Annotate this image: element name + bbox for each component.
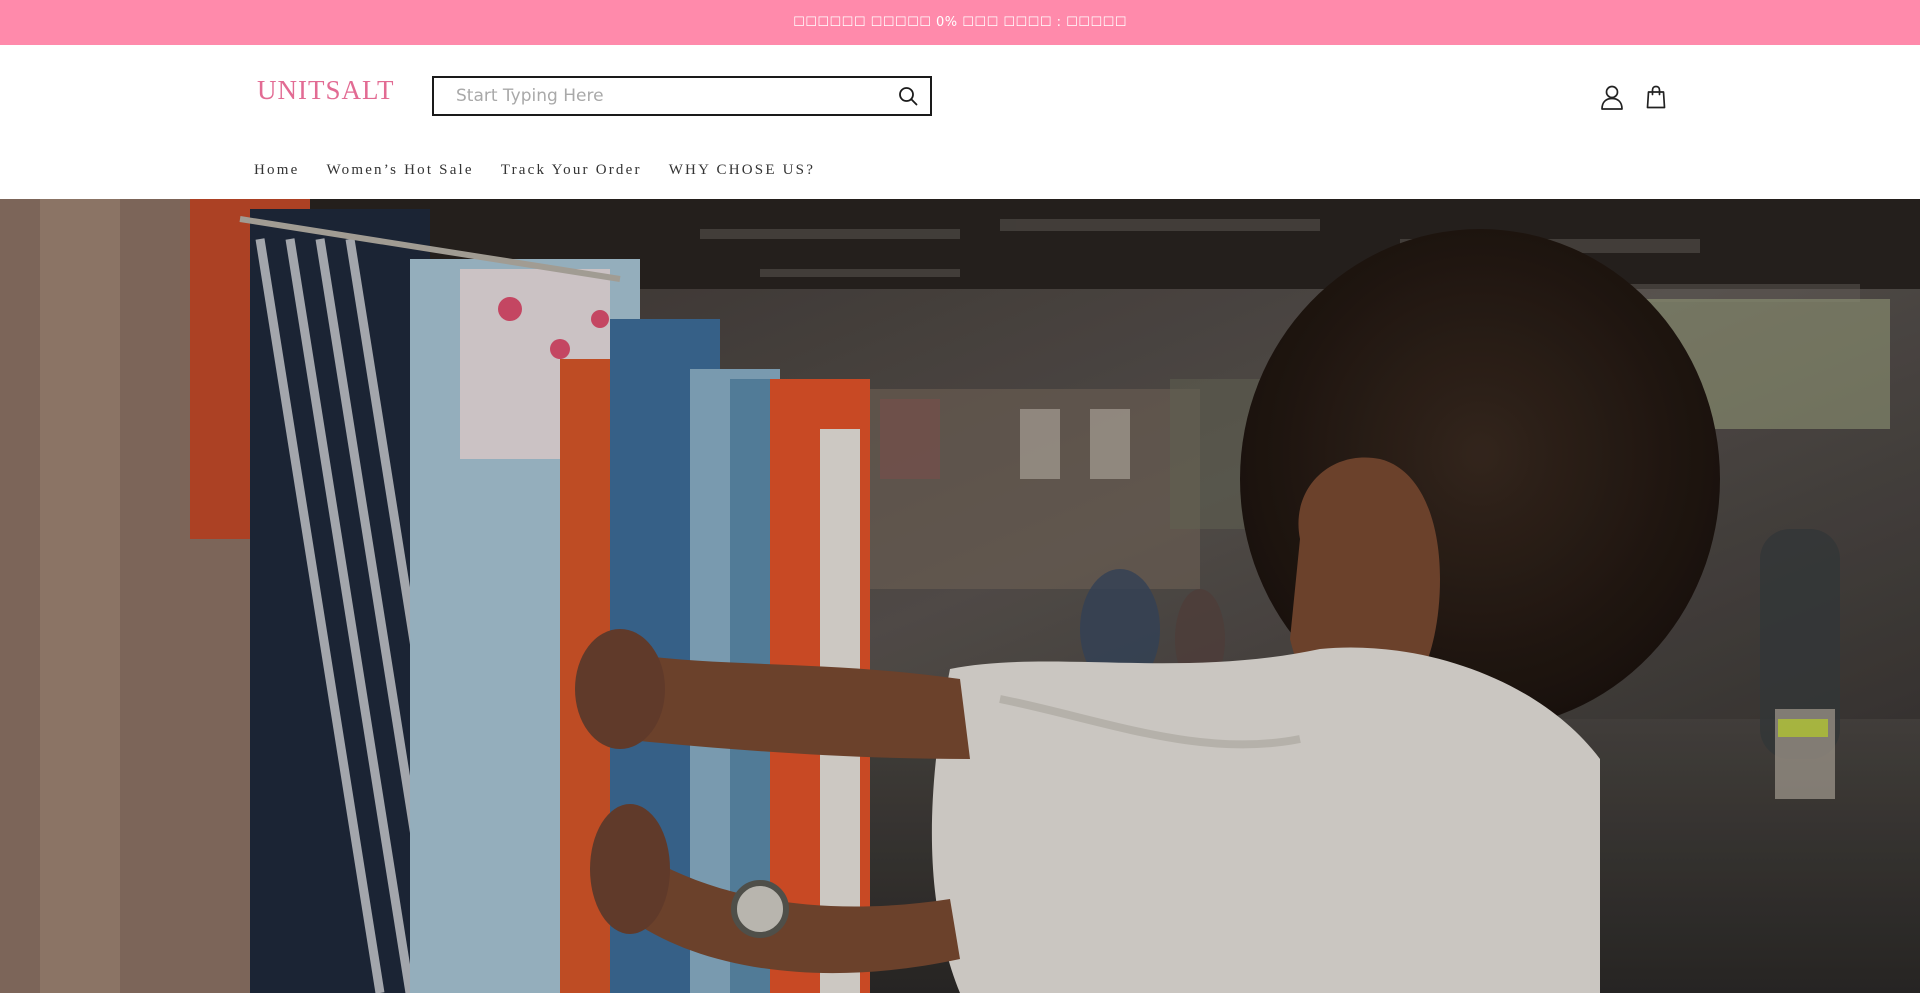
search-icon [899, 87, 918, 106]
main-nav: Home Women’s Hot Sale Track Your Order W… [254, 162, 842, 179]
account-button[interactable] [1597, 81, 1627, 113]
search-bar [432, 76, 932, 116]
shopping-bag-icon [1646, 85, 1666, 109]
nav-item-why-chose-us[interactable]: WHY CHOSE US? [669, 162, 815, 179]
site-header: UNITSALT Home Women’s Hot Sale Track You… [0, 45, 1920, 199]
hero-image [0, 199, 1920, 993]
hero-banner[interactable] [0, 199, 1920, 993]
nav-item-womens-hot-sale[interactable]: Women’s Hot Sale [326, 162, 473, 179]
cart-button[interactable] [1641, 81, 1671, 113]
search-input[interactable] [434, 78, 886, 114]
user-icon [1601, 85, 1623, 110]
announcement-bar: ☐☐☐☐☐☐ ☐☐☐☐☐ 0% ☐☐☐ ☐☐☐☐ : ☐☐☐☐☐ [0, 0, 1920, 45]
site-logo[interactable]: UNITSALT [257, 75, 395, 106]
announcement-text: ☐☐☐☐☐☐ ☐☐☐☐☐ 0% ☐☐☐ ☐☐☐☐ : ☐☐☐☐☐ [793, 15, 1127, 30]
nav-item-track-order[interactable]: Track Your Order [501, 162, 642, 179]
nav-item-home[interactable]: Home [254, 162, 299, 179]
search-button[interactable] [886, 78, 930, 114]
